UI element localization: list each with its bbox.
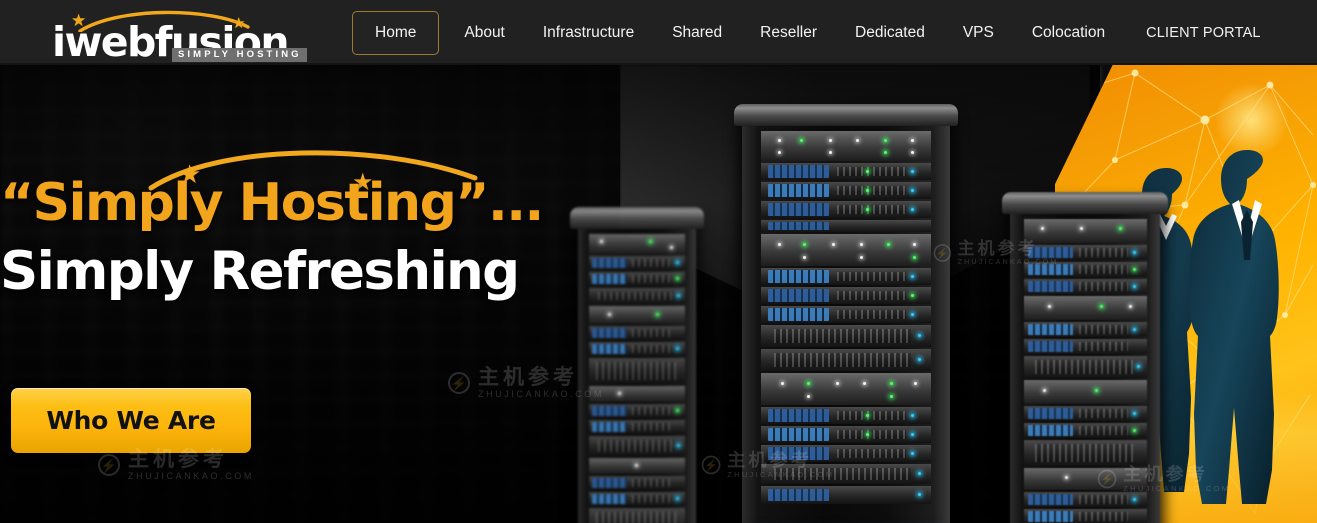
hero-banner: ★ ★ “Simply Hosting”... Simply Refreshin… (0, 65, 1317, 523)
logo-tagline: SIMPLY HOSTING (172, 48, 307, 62)
nav-item-vps[interactable]: VPS (944, 24, 1013, 41)
hero-copy: ★ ★ “Simply Hosting”... Simply Refreshin… (0, 65, 560, 523)
hero-headline-white: Simply Refreshing (0, 241, 520, 302)
nav-item-infrastructure[interactable]: Infrastructure (524, 24, 653, 41)
page-root: ★ ★ iwebfusion SIMPLY HOSTING Home About… (0, 0, 1317, 523)
businessman-silhouette (1188, 148, 1306, 506)
nav-item-home[interactable]: Home (352, 10, 440, 55)
server-rack-center (734, 104, 958, 523)
nav-item-about[interactable]: About (445, 24, 524, 41)
nav-item-client-portal[interactable]: CLIENT PORTAL (1124, 25, 1280, 41)
site-logo[interactable]: ★ ★ iwebfusion SIMPLY HOSTING (52, 6, 307, 63)
nav-item-reseller[interactable]: Reseller (741, 24, 836, 41)
hero-headline-gold: “Simply Hosting”... (0, 173, 544, 233)
nav-item-dedicated[interactable]: Dedicated (836, 24, 944, 41)
main-navigation: Home About Infrastructure Shared Reselle… (352, 0, 1280, 65)
who-we-are-button[interactable]: Who We Are (11, 388, 251, 453)
who-we-are-button-label: Who We Are (46, 406, 216, 435)
nav-item-shared[interactable]: Shared (653, 24, 741, 41)
site-header: ★ ★ iwebfusion SIMPLY HOSTING Home About… (0, 0, 1317, 65)
server-rack-right (1002, 192, 1168, 523)
nav-item-colocation[interactable]: Colocation (1013, 24, 1124, 41)
